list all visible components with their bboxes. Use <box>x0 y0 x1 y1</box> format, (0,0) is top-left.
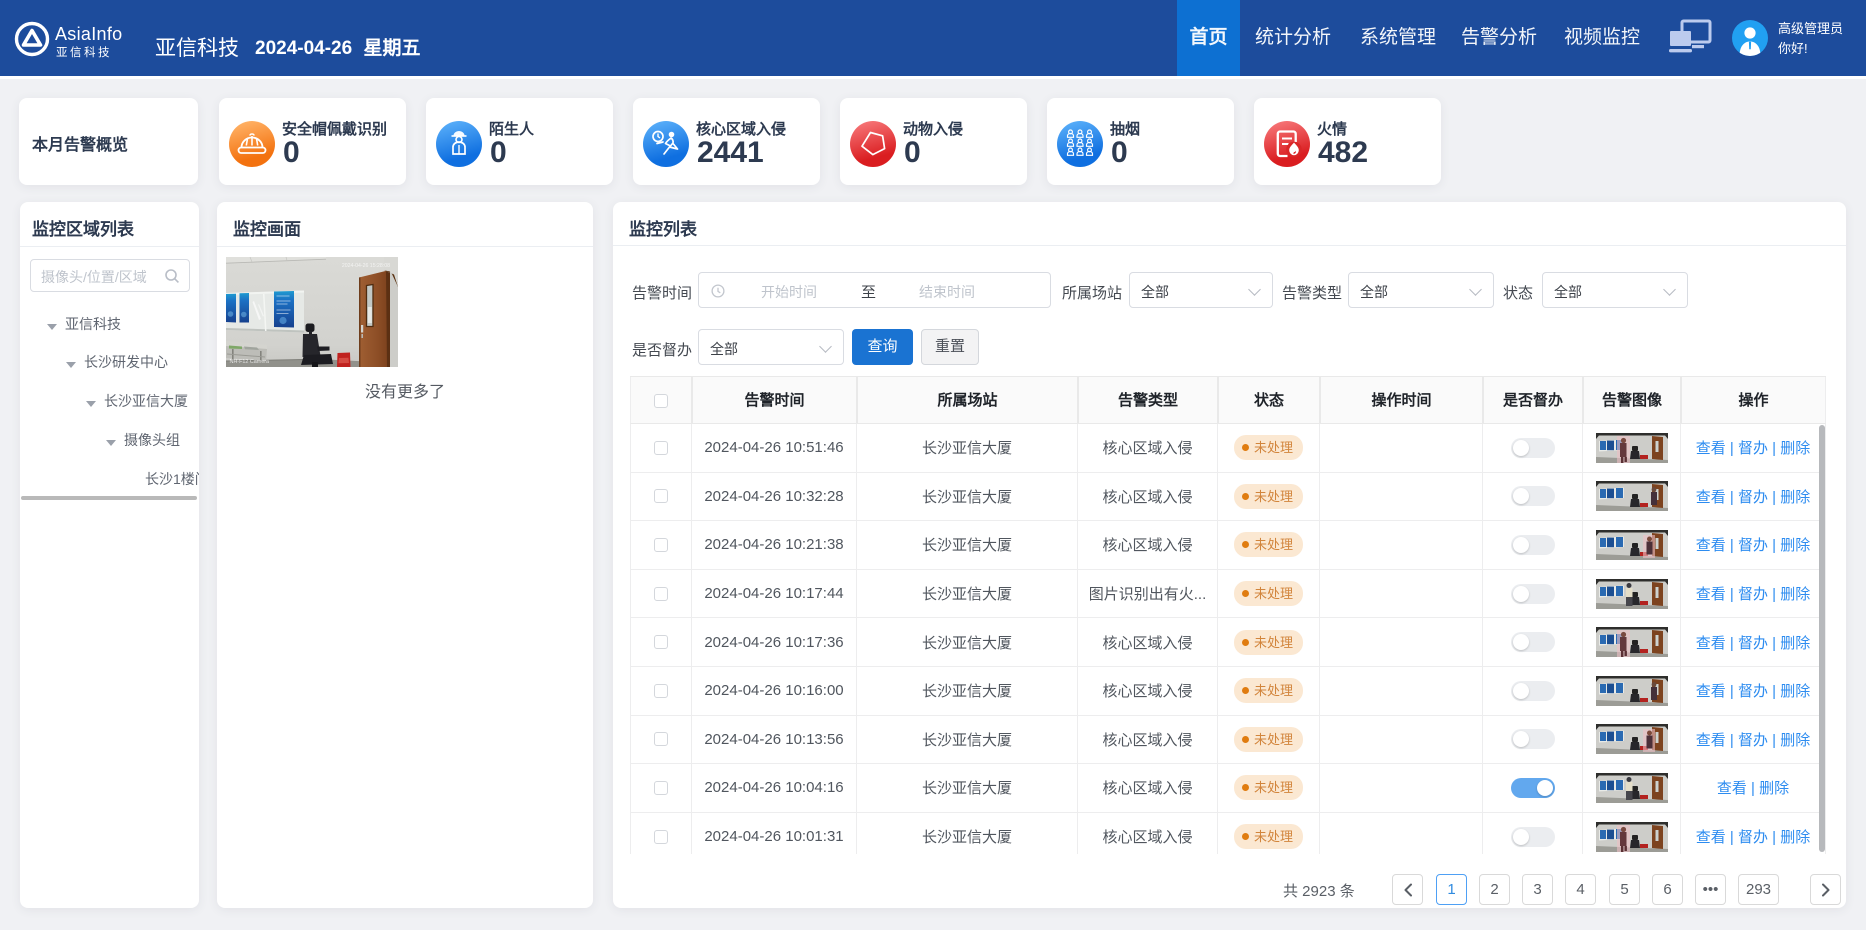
svg-text:NH-F12 Camera: NH-F12 Camera <box>230 359 270 365</box>
svg-text:2024-04-26 15:28:08: 2024-04-26 15:28:08 <box>342 263 390 269</box>
